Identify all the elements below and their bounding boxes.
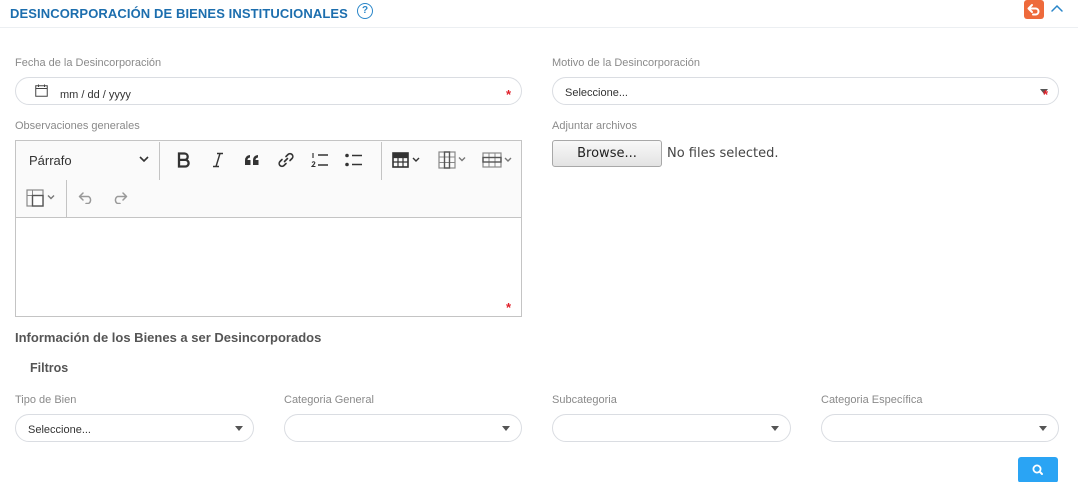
date-placeholder: mm / dd / yyyy bbox=[60, 89, 131, 101]
bulleted-list-icon bbox=[345, 153, 362, 167]
asset-type-value: Seleccione... bbox=[28, 424, 91, 436]
heading-dropdown-value: Párrafo bbox=[29, 153, 72, 168]
bold-icon bbox=[177, 152, 190, 168]
link-icon bbox=[278, 152, 294, 168]
bulleted-list-button[interactable] bbox=[339, 145, 369, 175]
general-category-label: Categoria General bbox=[284, 394, 374, 406]
page-title: DESINCORPORACIÓN DE BIENES INSTITUCIONAL… bbox=[10, 6, 348, 21]
toolbar-divider bbox=[159, 142, 160, 180]
file-status: No files selected. bbox=[667, 146, 779, 161]
chevron-down-icon bbox=[139, 156, 149, 163]
rich-text-editor: Párrafo * bbox=[15, 140, 522, 317]
italic-icon bbox=[213, 152, 223, 168]
chevron-up-icon[interactable] bbox=[1050, 2, 1064, 16]
toolbar-divider bbox=[66, 180, 67, 218]
assets-section-title: Información de los Bienes a ser Desincor… bbox=[15, 330, 322, 345]
reason-label: Motivo de la Desincorporación bbox=[552, 57, 700, 69]
numbered-list-icon bbox=[311, 153, 328, 168]
subcategory-label: Subcategoria bbox=[552, 394, 617, 406]
toolbar-divider bbox=[381, 142, 382, 180]
observations-editor-area[interactable]: * bbox=[16, 219, 521, 316]
undo-icon bbox=[78, 192, 92, 204]
numbered-list-button[interactable] bbox=[305, 145, 335, 175]
table-column-button[interactable] bbox=[434, 145, 472, 175]
required-mark: * bbox=[506, 300, 512, 315]
link-button[interactable] bbox=[271, 145, 301, 175]
asset-type-select[interactable]: Seleccione... bbox=[15, 414, 254, 442]
chevron-down-icon bbox=[771, 426, 779, 431]
blockquote-button[interactable] bbox=[237, 145, 267, 175]
insert-table-button[interactable] bbox=[388, 145, 426, 175]
italic-button[interactable] bbox=[203, 145, 233, 175]
undo-arrow-icon bbox=[1027, 4, 1040, 16]
search-button[interactable] bbox=[1018, 457, 1058, 482]
specific-category-label: Categoria Específica bbox=[821, 394, 923, 406]
merge-cells-icon bbox=[26, 189, 55, 207]
page-header: DESINCORPORACIÓN DE BIENES INSTITUCIONAL… bbox=[0, 0, 1078, 28]
search-icon bbox=[1032, 464, 1043, 475]
quote-icon bbox=[245, 155, 259, 165]
filters-title: Filtros bbox=[30, 361, 69, 375]
editor-toolbar: Párrafo bbox=[16, 141, 521, 218]
back-button[interactable] bbox=[1024, 0, 1044, 19]
subcategory-select[interactable] bbox=[552, 414, 791, 442]
calendar-icon bbox=[35, 84, 48, 97]
table-row-icon bbox=[482, 152, 512, 168]
date-input[interactable]: mm / dd / yyyy * bbox=[15, 77, 522, 105]
undo-button[interactable] bbox=[71, 183, 101, 213]
bold-button[interactable] bbox=[169, 145, 199, 175]
general-category-select[interactable] bbox=[284, 414, 522, 442]
redo-button[interactable] bbox=[105, 183, 135, 213]
date-label: Fecha de la Desincorporación bbox=[15, 57, 162, 69]
chevron-down-icon bbox=[502, 426, 510, 431]
help-icon[interactable]: ? bbox=[357, 3, 373, 19]
table-row-button[interactable] bbox=[478, 145, 518, 175]
merge-cells-button[interactable] bbox=[22, 183, 62, 213]
required-mark: * bbox=[1043, 87, 1049, 102]
heading-dropdown[interactable]: Párrafo bbox=[20, 145, 156, 175]
observations-label: Observaciones generales bbox=[15, 120, 140, 132]
redo-icon bbox=[114, 192, 128, 204]
reason-select-value: Seleccione... bbox=[565, 87, 628, 99]
browse-button[interactable]: Browse... bbox=[552, 140, 662, 167]
asset-type-label: Tipo de Bien bbox=[15, 394, 77, 406]
specific-category-select[interactable] bbox=[821, 414, 1059, 442]
required-mark: * bbox=[506, 87, 512, 102]
table-icon bbox=[392, 152, 420, 168]
attachments-label: Adjuntar archivos bbox=[552, 120, 637, 132]
chevron-down-icon bbox=[1039, 426, 1047, 431]
reason-select[interactable]: Seleccione... * bbox=[552, 77, 1059, 105]
table-column-icon bbox=[438, 151, 466, 169]
chevron-down-icon bbox=[235, 426, 243, 431]
